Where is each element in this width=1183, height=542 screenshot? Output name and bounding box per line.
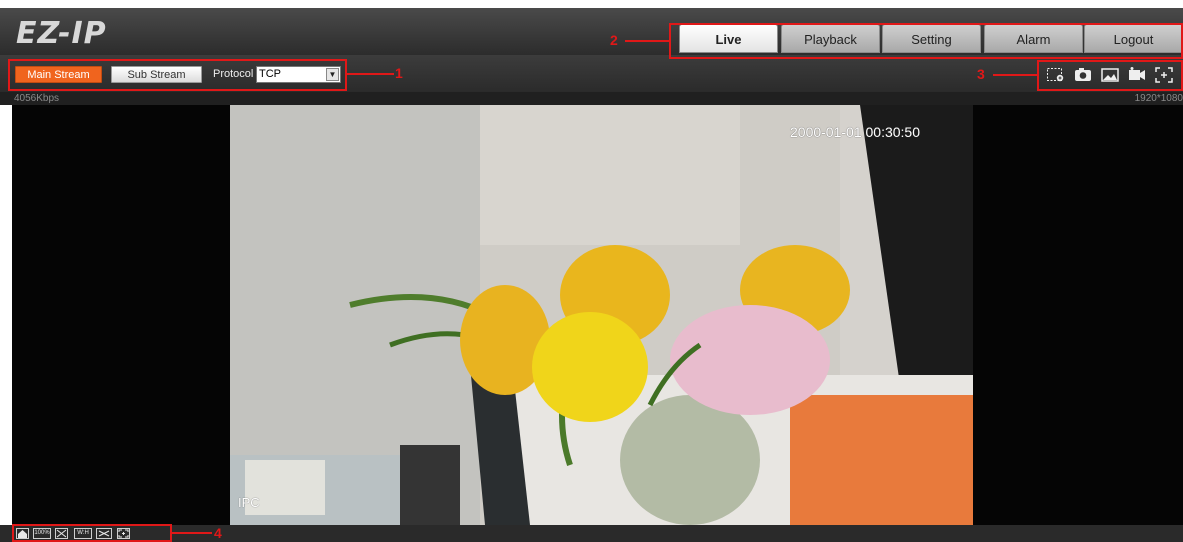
app-logo: EZ-IP	[16, 16, 107, 51]
callout-box-2	[669, 23, 1183, 59]
live-video-frame[interactable]	[230, 105, 973, 525]
callout-box-4	[12, 524, 172, 542]
callout-box-1	[8, 59, 347, 91]
callout-line-4	[172, 532, 212, 534]
callout-number-3: 3	[977, 66, 985, 82]
callout-line-2	[625, 40, 669, 42]
video-scene	[230, 105, 973, 525]
callout-line-1	[347, 73, 394, 75]
callout-box-3	[1037, 60, 1183, 91]
info-bar	[0, 92, 1183, 105]
top-strip	[0, 0, 1183, 8]
osd-channel-label: IPC	[238, 495, 260, 510]
callout-number-2: 2	[610, 32, 618, 48]
callout-number-1: 1	[395, 65, 403, 81]
osd-timestamp: 2000-01-01 00:30:50	[790, 124, 920, 140]
resolution-readout: 1920*1080	[1134, 93, 1183, 104]
callout-number-4: 4	[214, 525, 222, 541]
callout-line-3	[993, 74, 1037, 76]
bitrate-readout: 4056Kbps	[14, 93, 60, 104]
